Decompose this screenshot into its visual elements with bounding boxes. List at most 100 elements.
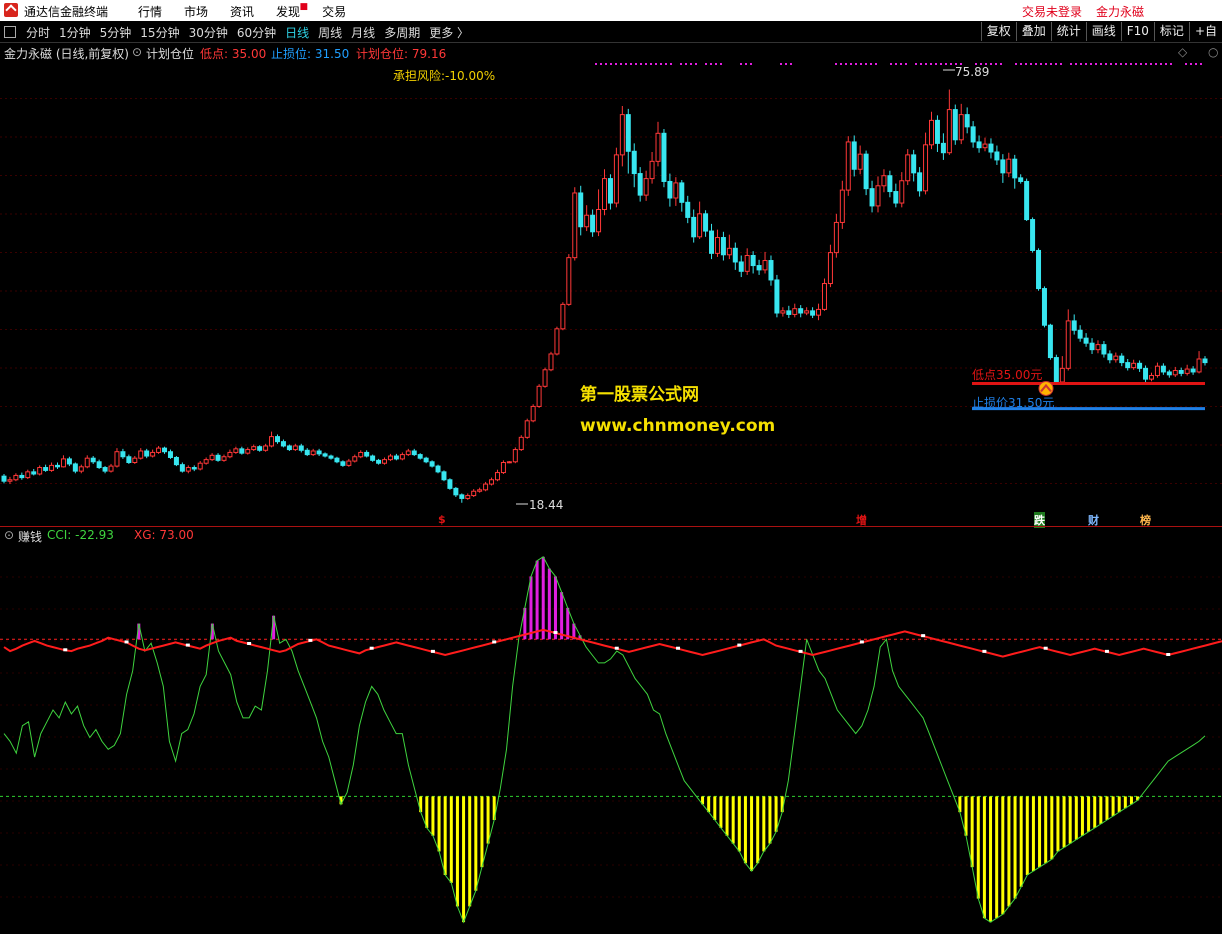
signal-dot bbox=[1190, 63, 1192, 65]
panel-close-icon[interactable]: ○ bbox=[1208, 45, 1218, 59]
panel-prev-icon[interactable]: ◇ bbox=[1178, 45, 1187, 59]
signal-dot bbox=[595, 63, 597, 65]
candle-body bbox=[560, 303, 566, 330]
candle-body bbox=[185, 467, 191, 472]
signal-dot bbox=[1155, 63, 1157, 65]
candle-body bbox=[649, 160, 655, 180]
signal-dot bbox=[1015, 63, 1017, 65]
chart-canvas[interactable] bbox=[0, 0, 1222, 934]
candle-body bbox=[816, 308, 822, 316]
candle-body bbox=[554, 328, 560, 355]
watermark-title: 第一股票公式网 bbox=[580, 385, 699, 405]
signal-dot bbox=[680, 63, 682, 65]
cci-low-bar bbox=[480, 796, 484, 868]
candle-body bbox=[239, 448, 245, 454]
candle-body bbox=[1095, 344, 1101, 351]
candle-body bbox=[911, 154, 917, 174]
candle-body bbox=[1012, 158, 1018, 179]
signal-dot bbox=[905, 63, 907, 65]
signal-dot bbox=[1110, 63, 1112, 65]
signal-dot bbox=[870, 63, 872, 65]
xg-marker bbox=[369, 646, 374, 650]
signal-dot bbox=[785, 63, 787, 65]
candle-body bbox=[298, 445, 304, 451]
candle-body bbox=[126, 456, 132, 463]
candle-body bbox=[703, 213, 709, 232]
candle-body bbox=[952, 109, 958, 141]
cci-low-bar bbox=[431, 796, 435, 836]
signal-dot bbox=[1070, 63, 1072, 65]
candle-body bbox=[55, 464, 61, 468]
xg-marker bbox=[1104, 649, 1109, 653]
candle-body bbox=[245, 449, 251, 454]
candle-body bbox=[459, 494, 465, 499]
signal-dot bbox=[780, 63, 782, 65]
candle-body bbox=[613, 154, 619, 204]
candle-body bbox=[863, 153, 869, 190]
signal-dot bbox=[1140, 63, 1142, 65]
candle-body bbox=[376, 459, 382, 464]
candle-body bbox=[43, 467, 49, 471]
signal-dot bbox=[750, 63, 752, 65]
signal-dot bbox=[610, 63, 612, 65]
cci-low-bar bbox=[719, 796, 723, 828]
xg-marker bbox=[737, 643, 742, 647]
candle-body bbox=[316, 450, 322, 455]
candle-body bbox=[322, 453, 328, 457]
signal-dot bbox=[790, 63, 792, 65]
candle-body bbox=[1024, 180, 1030, 221]
cci-low-bar bbox=[1117, 796, 1121, 813]
signal-dot bbox=[740, 63, 742, 65]
candle-body bbox=[1000, 159, 1006, 174]
candle-body bbox=[1065, 320, 1071, 369]
cci-low-bar bbox=[1093, 796, 1097, 828]
cci-low-bar bbox=[1105, 796, 1109, 820]
xg-marker bbox=[63, 648, 68, 652]
candle-body bbox=[108, 465, 114, 472]
signal-dot bbox=[635, 63, 637, 65]
candle-body bbox=[500, 462, 506, 474]
xg-marker bbox=[430, 649, 435, 653]
panel-separator[interactable] bbox=[0, 526, 1222, 527]
candle-body bbox=[494, 472, 500, 481]
cci-low-bar bbox=[1031, 796, 1035, 872]
candle-body bbox=[66, 458, 72, 465]
candle-body bbox=[1148, 375, 1154, 380]
xg-marker bbox=[247, 642, 252, 645]
signal-dot bbox=[855, 63, 857, 65]
signal-dot bbox=[850, 63, 852, 65]
candle-body bbox=[542, 369, 548, 387]
xg-marker bbox=[798, 649, 803, 653]
candle-body bbox=[1202, 358, 1208, 364]
candle-body bbox=[798, 308, 804, 314]
candle-body bbox=[732, 247, 738, 263]
candle-body bbox=[572, 192, 578, 259]
candle-body bbox=[37, 467, 43, 475]
candle-body bbox=[506, 461, 512, 464]
candle-body bbox=[720, 237, 726, 256]
marker-dollar[interactable]: $ bbox=[438, 513, 446, 526]
candle-body bbox=[274, 436, 280, 443]
candle-body bbox=[84, 457, 90, 468]
candle-body bbox=[976, 141, 982, 149]
signal-dot bbox=[840, 63, 842, 65]
signal-dot bbox=[990, 63, 992, 65]
cci-low-bar bbox=[443, 796, 447, 875]
candle-body bbox=[78, 466, 84, 472]
cci-high-bar bbox=[566, 607, 570, 640]
candle-body bbox=[162, 447, 168, 453]
candle-body bbox=[346, 460, 352, 466]
candle-body bbox=[132, 457, 138, 463]
candle-body bbox=[114, 451, 120, 467]
candle-body bbox=[655, 132, 661, 162]
candle-body bbox=[144, 450, 150, 457]
cci-low-bar bbox=[995, 796, 999, 919]
candle-body bbox=[750, 255, 756, 267]
cci-low-bar bbox=[1080, 796, 1084, 836]
candle-body bbox=[602, 178, 607, 210]
chevron-down-icon[interactable]: ⊙ bbox=[132, 45, 142, 59]
sub-panel-toggle-icon[interactable]: ⊙ bbox=[4, 528, 14, 542]
candle-body bbox=[1160, 365, 1166, 373]
candle-body bbox=[7, 479, 13, 482]
candle-body bbox=[340, 461, 346, 466]
